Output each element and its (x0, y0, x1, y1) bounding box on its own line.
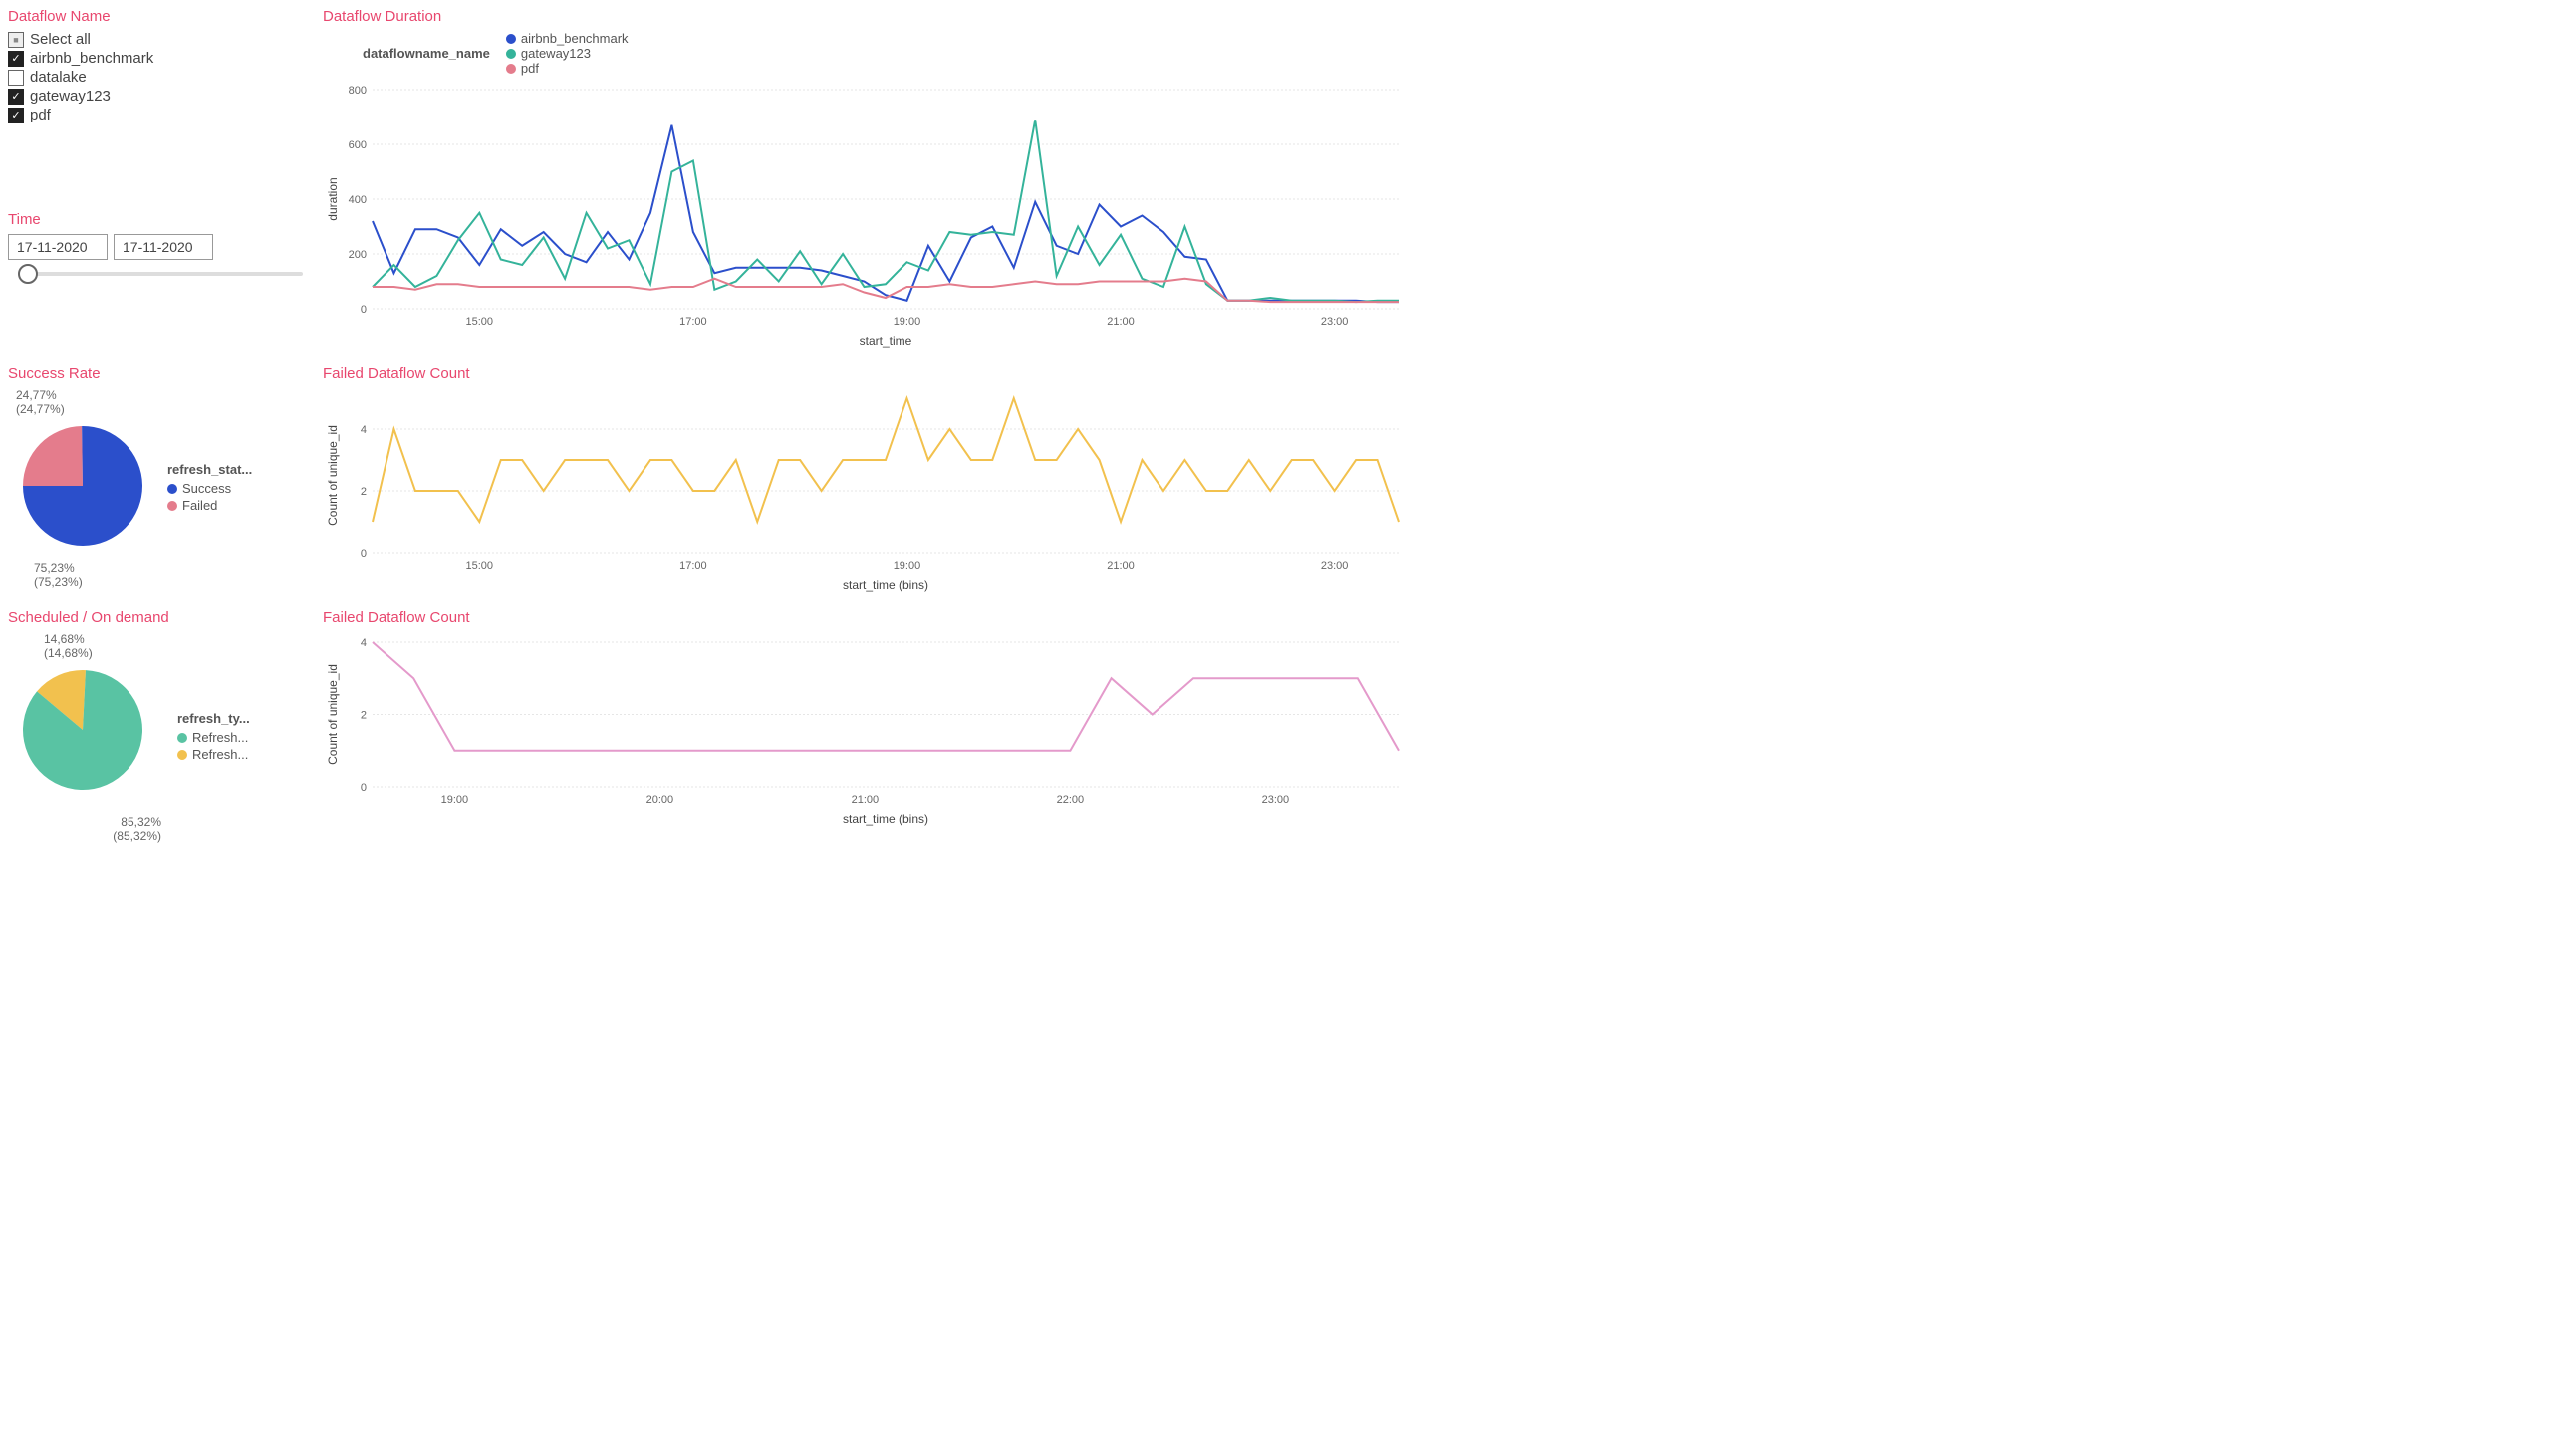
swatch-icon (177, 733, 187, 743)
select-all-checkbox[interactable]: Select all (8, 31, 307, 48)
dot-icon (506, 49, 516, 59)
filter-label: datalake (30, 69, 87, 86)
svg-text:22:00: 22:00 (1057, 794, 1085, 806)
filter-checkbox-datalake[interactable]: datalake (8, 69, 307, 86)
legend-item[interactable]: Refresh... (177, 747, 250, 762)
success-rate-panel: Success Rate 24,77%(24,77%) 75,23%(75,23… (8, 365, 307, 598)
svg-text:17:00: 17:00 (679, 560, 707, 572)
swatch-icon (177, 750, 187, 760)
svg-text:start_time (bins): start_time (bins) (843, 578, 928, 592)
dot-icon (506, 34, 516, 44)
filter-checkbox-airbnb_benchmark[interactable]: airbnb_benchmark (8, 50, 307, 67)
scheduled-legend: refresh_ty... Refresh...Refresh... (177, 711, 250, 764)
legend-item[interactable]: airbnb_benchmark (506, 31, 629, 46)
svg-text:200: 200 (349, 249, 367, 261)
scheduled-panel: Scheduled / On demand 14,68%(14,68%) 85,… (8, 609, 307, 843)
svg-text:800: 800 (349, 85, 367, 97)
svg-text:19:00: 19:00 (441, 794, 469, 806)
time-filter: Time (8, 211, 307, 354)
svg-text:start_time: start_time (860, 334, 912, 348)
svg-text:23:00: 23:00 (1321, 560, 1349, 572)
select-all-label: Select all (30, 31, 91, 48)
svg-text:4: 4 (361, 637, 367, 649)
svg-text:17:00: 17:00 (679, 316, 707, 328)
svg-text:start_time (bins): start_time (bins) (843, 812, 928, 826)
svg-text:2: 2 (361, 486, 367, 498)
svg-text:600: 600 (349, 139, 367, 151)
dataflow-filter: Dataflow Name Select all airbnb_benchmar… (8, 8, 307, 199)
svg-text:21:00: 21:00 (852, 794, 880, 806)
legend-item[interactable]: Success (167, 481, 252, 496)
time-title: Time (8, 211, 307, 228)
scheduled-pie[interactable] (8, 660, 167, 810)
pie1-label-success: 75,23%(75,23%) (34, 561, 157, 589)
dot-icon (506, 64, 516, 74)
failed2-chart[interactable]: 0 2 4 19:00 20:00 21:00 22:00 23:00 Count of uni… (323, 632, 1409, 827)
checkbox-icon (8, 51, 24, 67)
svg-text:19:00: 19:00 (894, 316, 921, 328)
failed2-title: Failed Dataflow Count (323, 609, 2568, 626)
svg-text:23:00: 23:00 (1262, 794, 1290, 806)
svg-text:0: 0 (361, 548, 367, 560)
scheduled-title: Scheduled / On demand (8, 609, 307, 626)
svg-text:23:00: 23:00 (1321, 316, 1349, 328)
dashboard: Dataflow Name Select all airbnb_benchmar… (8, 8, 2568, 805)
dataflow-filter-title: Dataflow Name (8, 8, 307, 25)
duration-chart[interactable]: 0 200 400 600 800 15:00 17:00 19:00 21:00 23:00 du… (323, 80, 1409, 349)
svg-text:duration: duration (326, 177, 340, 220)
checkbox-icon (8, 108, 24, 123)
svg-text:20:00: 20:00 (646, 794, 674, 806)
pie1-label-failed: 24,77%(24,77%) (16, 388, 157, 416)
svg-text:21:00: 21:00 (1107, 560, 1135, 572)
pie2-label-major: 85,32%(85,32%) (8, 815, 161, 843)
success-rate-pie[interactable] (8, 416, 157, 556)
time-to-input[interactable] (114, 234, 213, 260)
duration-legend: dataflowname_name airbnb_benchmarkgatewa… (363, 31, 2568, 76)
svg-text:Count of unique_id: Count of unique_id (326, 425, 340, 526)
legend-item[interactable]: pdf (506, 61, 629, 76)
duration-title: Dataflow Duration (323, 8, 2568, 25)
time-slider[interactable] (18, 272, 303, 276)
legend-item[interactable]: gateway123 (506, 46, 629, 61)
success-rate-legend: refresh_stat... SuccessFailed (167, 462, 252, 515)
swatch-icon (167, 484, 177, 494)
legend-item[interactable]: Failed (167, 498, 252, 513)
pie2-label-minor: 14,68%(14,68%) (44, 632, 167, 660)
svg-text:2: 2 (361, 710, 367, 722)
failed2-panel: Failed Dataflow Count 0 2 4 19:00 20:00 21:00… (323, 609, 2568, 843)
filter-checkbox-gateway123[interactable]: gateway123 (8, 88, 307, 105)
legend-item[interactable]: Refresh... (177, 730, 250, 745)
filter-label: airbnb_benchmark (30, 50, 153, 67)
time-from-input[interactable] (8, 234, 108, 260)
swatch-icon (167, 501, 177, 511)
svg-text:0: 0 (361, 782, 367, 794)
svg-text:4: 4 (361, 424, 367, 436)
success-rate-title: Success Rate (8, 365, 307, 382)
svg-text:21:00: 21:00 (1107, 316, 1135, 328)
slider-thumb-icon[interactable] (18, 264, 38, 284)
svg-text:400: 400 (349, 194, 367, 206)
checkbox-icon (8, 32, 24, 48)
svg-text:15:00: 15:00 (466, 560, 494, 572)
svg-text:Count of unique_id: Count of unique_id (326, 664, 340, 765)
checkbox-icon (8, 89, 24, 105)
filter-label: gateway123 (30, 88, 111, 105)
svg-text:19:00: 19:00 (894, 560, 921, 572)
svg-text:15:00: 15:00 (466, 316, 494, 328)
filter-checkbox-pdf[interactable]: pdf (8, 107, 307, 123)
checkbox-icon (8, 70, 24, 86)
failed1-title: Failed Dataflow Count (323, 365, 2568, 382)
filter-label: pdf (30, 107, 51, 123)
svg-text:0: 0 (361, 304, 367, 316)
failed1-chart[interactable]: 0 2 4 15:00 17:00 19:00 21:00 23:00 Count of uni… (323, 388, 1409, 593)
failed1-panel: Failed Dataflow Count 0 2 4 15:00 17:00 19:00… (323, 365, 2568, 598)
duration-chart-panel: Dataflow Duration dataflowname_name airb… (323, 8, 2568, 354)
